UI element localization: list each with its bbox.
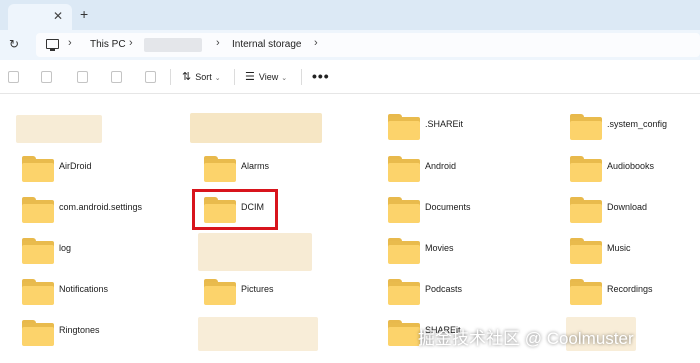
folder-label: Pictures [241,284,274,294]
delete-icon[interactable] [145,71,156,83]
watermark: 掘金技术社区 @ Coolmuster [418,329,634,348]
folder-label: Alarms [241,161,270,171]
sort-label: Sort [195,72,212,82]
dcim-highlight-box [192,189,278,230]
toolbar-divider [170,69,171,85]
folder-icon [570,114,602,140]
breadcrumb-separator[interactable]: › [129,37,133,49]
folder-label: Download [607,202,648,212]
folder-icon [570,197,602,223]
address-row: ↻ › This PC › › Internal storage › [0,30,700,60]
folder-label: Notifications [59,284,109,294]
sort-button[interactable]: ⇅ Sort ⌄ [182,70,221,83]
folder-icon [388,114,420,140]
folder-icon [22,320,54,346]
redacted-device-name[interactable] [144,38,202,52]
folder-icon [388,320,420,346]
folder-label: Movies [425,243,454,253]
folder-icon [22,279,54,305]
view-button[interactable]: ☰ View ⌄ [245,70,287,83]
paste-icon[interactable] [41,71,52,83]
redacted-folder[interactable] [190,113,322,143]
pc-icon [46,39,59,51]
redacted-folder[interactable] [198,317,318,351]
folder-icon [388,197,420,223]
sort-icon: ⇅ [182,71,192,83]
folder-icon [204,279,236,305]
folder-label: Ringtones [59,325,100,335]
folder-icon [204,156,236,182]
breadcrumb-separator[interactable]: › [314,37,318,49]
browser-tab[interactable]: ✕ [8,4,72,30]
folder-label: AirDroid [59,161,92,171]
folder-icon [570,156,602,182]
breadcrumb-internal-storage[interactable]: Internal storage [232,39,302,50]
close-tab-icon[interactable]: ✕ [53,10,63,22]
folder-label: .SHAREit [425,119,464,129]
breadcrumb-separator[interactable]: › [216,37,220,49]
breadcrumb-separator[interactable]: › [68,37,72,49]
folder-icon [22,197,54,223]
folder-label: log [59,243,72,253]
folder-icon [388,156,420,182]
folder-label: Android [425,161,457,171]
refresh-icon[interactable]: ↻ [9,38,19,50]
folder-icon [388,279,420,305]
folder-label: Audiobooks [607,161,655,171]
rename-icon[interactable] [77,71,88,83]
chevron-down-icon: ⌄ [214,75,221,82]
folder-label: Recordings [607,284,653,294]
toolbar-divider [301,69,302,85]
new-tab-icon[interactable]: + [80,7,88,21]
address-bar[interactable]: › This PC › › Internal storage › [36,33,700,57]
folder-label: Podcasts [425,284,463,294]
folder-label: com.android.settings [59,202,143,212]
view-icon: ☰ [245,71,255,83]
folder-icon [22,156,54,182]
more-options-button[interactable]: ••• [312,68,330,84]
copy-icon[interactable] [8,71,19,83]
folder-icon [570,279,602,305]
share-icon[interactable] [111,71,122,83]
toolbar-divider [234,69,235,85]
breadcrumb-this-pc[interactable]: This PC [90,39,126,50]
folder-label: .system_config [607,119,668,129]
tab-bar: ✕ + [0,0,700,30]
folder-label: Music [607,243,631,253]
folder-icon [388,238,420,264]
chevron-down-icon: ⌄ [281,75,288,82]
view-label: View [258,72,279,82]
redacted-folder[interactable] [198,233,312,271]
folder-label: Documents [425,202,471,212]
folder-icon [22,238,54,264]
redacted-folder[interactable] [16,115,102,143]
folder-icon [570,238,602,264]
command-bar: ⇅ Sort ⌄ ☰ View ⌄ ••• [0,60,700,94]
